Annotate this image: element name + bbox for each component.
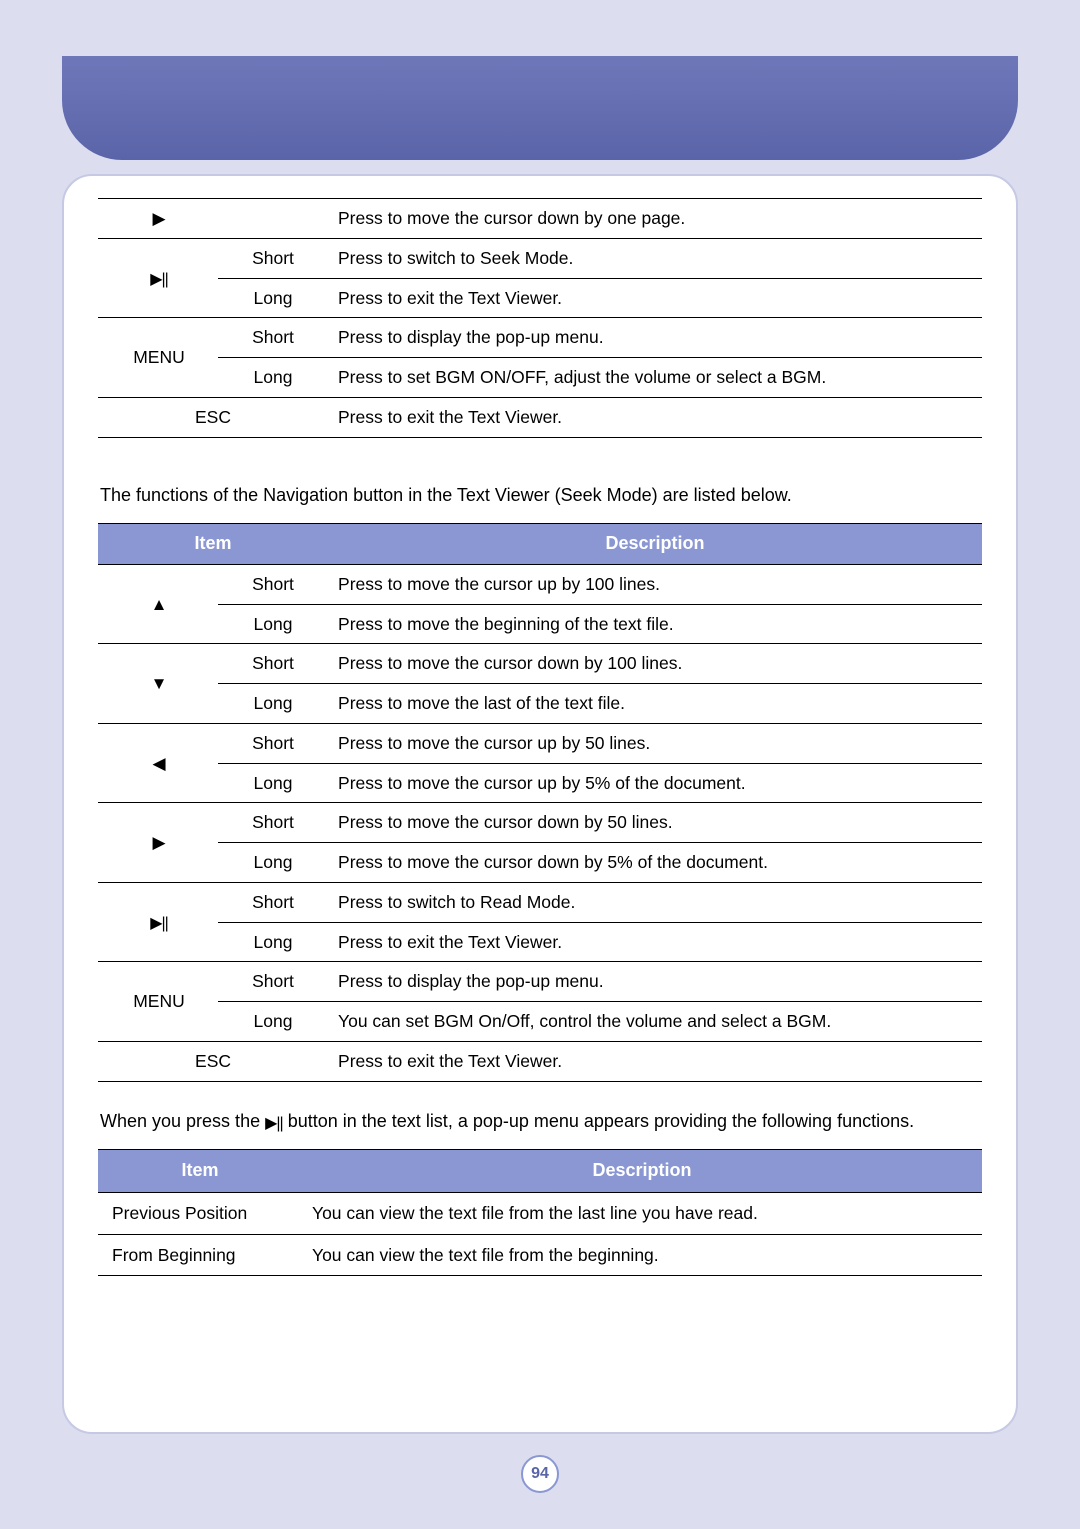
play-pause-icon xyxy=(98,238,218,318)
functions-table-seek-mode: Item Description Short Press to move the… xyxy=(98,523,982,1081)
duration-cell: Short xyxy=(218,882,326,922)
description-cell: Press to move the cursor up by 100 lines… xyxy=(326,564,982,604)
duration-cell: Short xyxy=(218,318,326,358)
page-number-badge: 94 xyxy=(521,1455,559,1493)
description-cell: Press to move the cursor up by 5% of the… xyxy=(326,763,982,803)
duration-cell: Long xyxy=(218,1002,326,1042)
nav-right-icon xyxy=(98,803,218,883)
duration-cell: Short xyxy=(218,962,326,1002)
popup-menu-table: Item Description Previous Position You c… xyxy=(98,1149,982,1276)
description-cell: You can view the text file from the last… xyxy=(298,1192,982,1234)
duration-cell xyxy=(218,199,326,239)
play-pause-icon xyxy=(265,1116,283,1132)
description-cell: Press to move the cursor down by one pag… xyxy=(326,199,982,239)
description-cell: Press to move the cursor down by 5% of t… xyxy=(326,843,982,883)
column-header-description: Description xyxy=(298,1150,982,1192)
esc-button-label: ESC xyxy=(98,1041,326,1081)
duration-cell: Short xyxy=(218,238,326,278)
play-pause-icon xyxy=(98,882,218,962)
duration-cell: Long xyxy=(218,922,326,962)
content-inner: Press to move the cursor down by one pag… xyxy=(98,194,982,1276)
document-page: Press to move the cursor down by one pag… xyxy=(0,0,1080,1529)
description-cell: Press to move the cursor up by 50 lines. xyxy=(326,723,982,763)
description-cell: Press to exit the Text Viewer. xyxy=(326,922,982,962)
nav-down-icon xyxy=(98,644,218,724)
duration-cell: Long xyxy=(218,358,326,398)
description-cell: You can set BGM On/Off, control the volu… xyxy=(326,1002,982,1042)
menu-button-label: MENU xyxy=(98,318,218,398)
description-cell: Press to move the cursor down by 100 lin… xyxy=(326,644,982,684)
description-cell: Press to switch to Seek Mode. xyxy=(326,238,982,278)
description-cell: Press to move the cursor down by 50 line… xyxy=(326,803,982,843)
page-header-pill xyxy=(62,56,1018,160)
esc-button-label: ESC xyxy=(98,397,326,437)
description-cell: Press to move the beginning of the text … xyxy=(326,604,982,644)
description-cell: Press to switch to Read Mode. xyxy=(326,882,982,922)
description-cell: Press to display the pop-up menu. xyxy=(326,962,982,1002)
nav-right-icon xyxy=(98,199,218,239)
popup-intro: When you press the button in the text li… xyxy=(100,1108,980,1136)
description-cell: Press to exit the Text Viewer. xyxy=(326,1041,982,1081)
description-cell: Press to display the pop-up menu. xyxy=(326,318,982,358)
duration-cell: Long xyxy=(218,684,326,724)
duration-cell: Long xyxy=(218,604,326,644)
popup-item-label: Previous Position xyxy=(98,1192,298,1234)
description-cell: Press to move the last of the text file. xyxy=(326,684,982,724)
popup-item-label: From Beginning xyxy=(98,1234,298,1276)
duration-cell: Long xyxy=(218,278,326,318)
duration-cell: Short xyxy=(218,803,326,843)
column-header-item: Item xyxy=(98,1150,298,1192)
duration-cell: Short xyxy=(218,723,326,763)
description-cell: Press to exit the Text Viewer. xyxy=(326,397,982,437)
content-card: Press to move the cursor down by one pag… xyxy=(62,174,1018,1434)
description-cell: You can view the text file from the begi… xyxy=(298,1234,982,1276)
functions-table-read-mode: Press to move the cursor down by one pag… xyxy=(98,198,982,438)
nav-left-icon xyxy=(98,723,218,803)
duration-cell: Short xyxy=(218,644,326,684)
duration-cell: Long xyxy=(218,763,326,803)
description-cell: Press to set BGM ON/OFF, adjust the volu… xyxy=(326,358,982,398)
popup-intro-text-a: When you press the xyxy=(100,1111,265,1131)
description-cell: Press to exit the Text Viewer. xyxy=(326,278,982,318)
column-header-description: Description xyxy=(326,524,982,564)
menu-button-label: MENU xyxy=(98,962,218,1042)
duration-cell: Long xyxy=(218,843,326,883)
column-header-item: Item xyxy=(98,524,326,564)
popup-intro-text-b: button in the text list, a pop-up menu a… xyxy=(283,1111,914,1131)
nav-up-icon xyxy=(98,564,218,644)
duration-cell: Short xyxy=(218,564,326,604)
seek-mode-intro: The functions of the Navigation button i… xyxy=(100,482,980,510)
